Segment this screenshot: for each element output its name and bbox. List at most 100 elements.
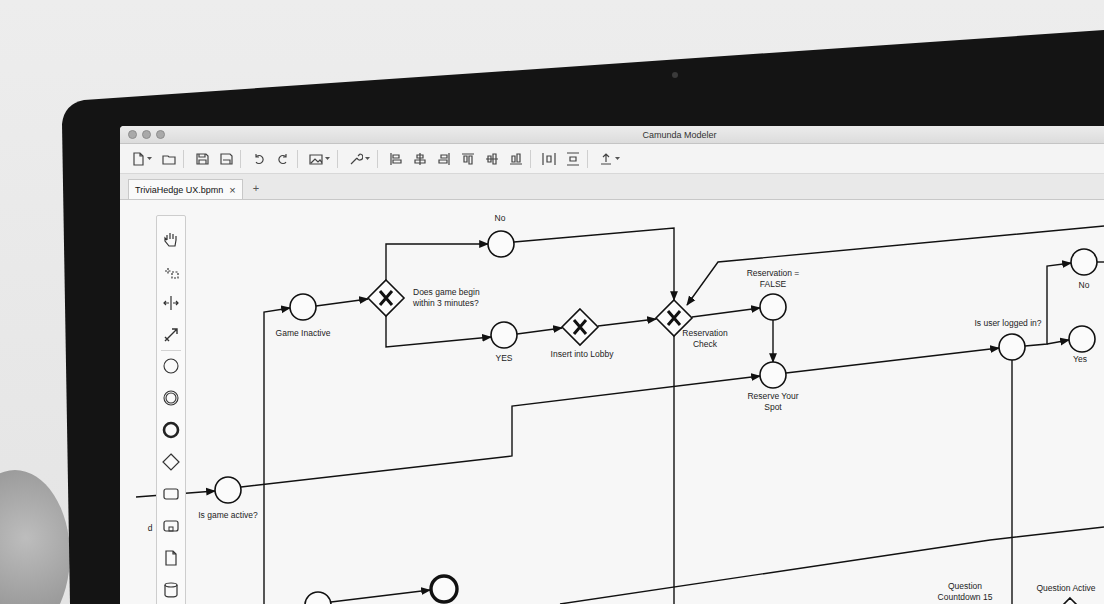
toolbar-button[interactable]	[216, 150, 241, 168]
gateway-icon[interactable]	[162, 453, 180, 471]
exclusive-x-icon	[668, 311, 680, 325]
window-controls	[128, 130, 165, 139]
exclusive-x-icon	[574, 320, 586, 334]
app-window: Camunda Modeler TriviaHedge UX.bpmn × + …	[120, 126, 1104, 604]
end-event-icon[interactable]	[162, 421, 180, 439]
event-node[interactable]	[305, 592, 331, 604]
toolbar-button[interactable]	[192, 150, 212, 168]
caret-down-icon	[147, 157, 152, 161]
align-top-icon	[461, 152, 475, 166]
sequence-flow[interactable]	[241, 376, 760, 487]
minimize-window-button[interactable]	[142, 130, 151, 139]
exclusive-x-icon	[380, 291, 392, 305]
bpmn-diagram[interactable]: Game InactiveDoes game beginwithin 3 min…	[120, 200, 1104, 604]
toolbar-button[interactable]	[410, 150, 430, 168]
node-label: d	[148, 523, 153, 533]
node-label: Insert into Lobby	[551, 349, 615, 359]
gateway-node[interactable]	[368, 280, 404, 316]
sequence-flow[interactable]	[687, 226, 1104, 305]
toolbar-button[interactable]	[434, 150, 454, 168]
toolbar-button[interactable]	[249, 150, 269, 168]
distribute-vertical-icon	[566, 152, 580, 166]
node-label: Game Inactive	[276, 328, 331, 338]
sequence-flow[interactable]	[1097, 261, 1104, 262]
undo-icon	[252, 152, 266, 166]
file-tab[interactable]: TriviaHedge UX.bpmn ×	[128, 179, 243, 199]
toolbar-button[interactable]	[273, 150, 298, 168]
maximize-window-button[interactable]	[156, 130, 165, 139]
node-label: YES	[495, 353, 512, 363]
align-bottom-icon	[509, 152, 523, 166]
toolbar-button[interactable]	[458, 150, 478, 168]
sequence-flow[interactable]	[772, 320, 773, 362]
node-label: Is user logged in?	[974, 318, 1041, 328]
event-node[interactable]	[491, 322, 517, 348]
toolbar-button[interactable]	[539, 150, 559, 168]
sequence-flow[interactable]	[560, 527, 1104, 604]
sequence-flow[interactable]	[598, 319, 656, 326]
sequence-flow[interactable]	[692, 308, 760, 317]
sequence-flow[interactable]	[316, 299, 368, 306]
toolbar-button[interactable]	[386, 150, 406, 168]
toolbar-button[interactable]	[128, 150, 155, 168]
tab-close-button[interactable]: ×	[229, 184, 235, 196]
event-node[interactable]	[760, 362, 786, 388]
event-node[interactable]	[215, 477, 241, 503]
toolbar-button[interactable]	[563, 150, 588, 168]
sequence-flow[interactable]	[1025, 263, 1071, 346]
lasso-tool-icon[interactable]	[162, 262, 180, 280]
diagram-canvas[interactable]: Game InactiveDoes game beginwithin 3 min…	[120, 200, 1104, 604]
sequence-flow[interactable]	[517, 328, 562, 334]
hand-tool-icon[interactable]	[162, 230, 180, 248]
start-event-icon[interactable]	[162, 357, 180, 375]
toolbar-button[interactable]	[306, 150, 338, 168]
image-icon	[309, 152, 323, 166]
event-node[interactable]	[290, 294, 316, 320]
save-icon	[195, 152, 209, 166]
toolbar-button[interactable]	[482, 150, 502, 168]
sequence-flow[interactable]	[673, 336, 674, 604]
data-object-icon[interactable]	[162, 549, 180, 567]
toolbar-button[interactable]	[596, 150, 623, 168]
connect-tool-icon[interactable]	[162, 326, 180, 344]
caret-down-icon	[615, 157, 620, 161]
event-node[interactable]	[1069, 326, 1095, 352]
event-node[interactable]	[1071, 249, 1097, 275]
palette-separator	[161, 350, 181, 351]
save-as-icon	[219, 152, 233, 166]
align-left-icon	[389, 152, 403, 166]
node-label: QuestionCountdown 15	[938, 581, 993, 602]
title-bar: Camunda Modeler	[120, 126, 1104, 144]
node-label: ReservationCheck	[682, 328, 728, 349]
wrench-icon	[349, 152, 363, 166]
node-label: Reservation =FALSE	[747, 268, 800, 289]
task-icon[interactable]	[162, 485, 180, 503]
subprocess-icon[interactable]	[162, 517, 180, 535]
end-event-node[interactable]	[431, 576, 457, 602]
sequence-flow[interactable]	[264, 308, 290, 604]
new-tab-button[interactable]: +	[247, 179, 265, 199]
intermediate-event-icon[interactable]	[162, 389, 180, 407]
event-node[interactable]	[488, 231, 514, 257]
tab-bar: TriviaHedge UX.bpmn × +	[120, 174, 1104, 200]
toolbar-button[interactable]	[506, 150, 531, 168]
sequence-flow[interactable]	[1011, 360, 1012, 604]
sequence-flow[interactable]	[331, 590, 430, 602]
sequence-flow[interactable]	[386, 316, 491, 347]
toolbar-button[interactable]	[159, 150, 184, 168]
event-node[interactable]	[760, 294, 786, 320]
data-store-icon[interactable]	[162, 581, 180, 599]
align-center-icon	[413, 152, 427, 166]
sequence-flow[interactable]	[1047, 340, 1069, 344]
sequence-flow[interactable]	[386, 244, 488, 280]
tab-label: TriviaHedge UX.bpmn	[135, 185, 223, 195]
sequence-flow[interactable]	[514, 228, 674, 300]
gateway-node[interactable]	[562, 309, 598, 345]
sequence-flow[interactable]	[786, 348, 999, 373]
close-window-button[interactable]	[128, 130, 137, 139]
gateway-node[interactable]	[1056, 598, 1084, 604]
event-node[interactable]	[999, 334, 1025, 360]
space-tool-icon[interactable]	[162, 294, 180, 312]
deploy-icon	[599, 152, 613, 166]
toolbar-button[interactable]	[346, 150, 378, 168]
